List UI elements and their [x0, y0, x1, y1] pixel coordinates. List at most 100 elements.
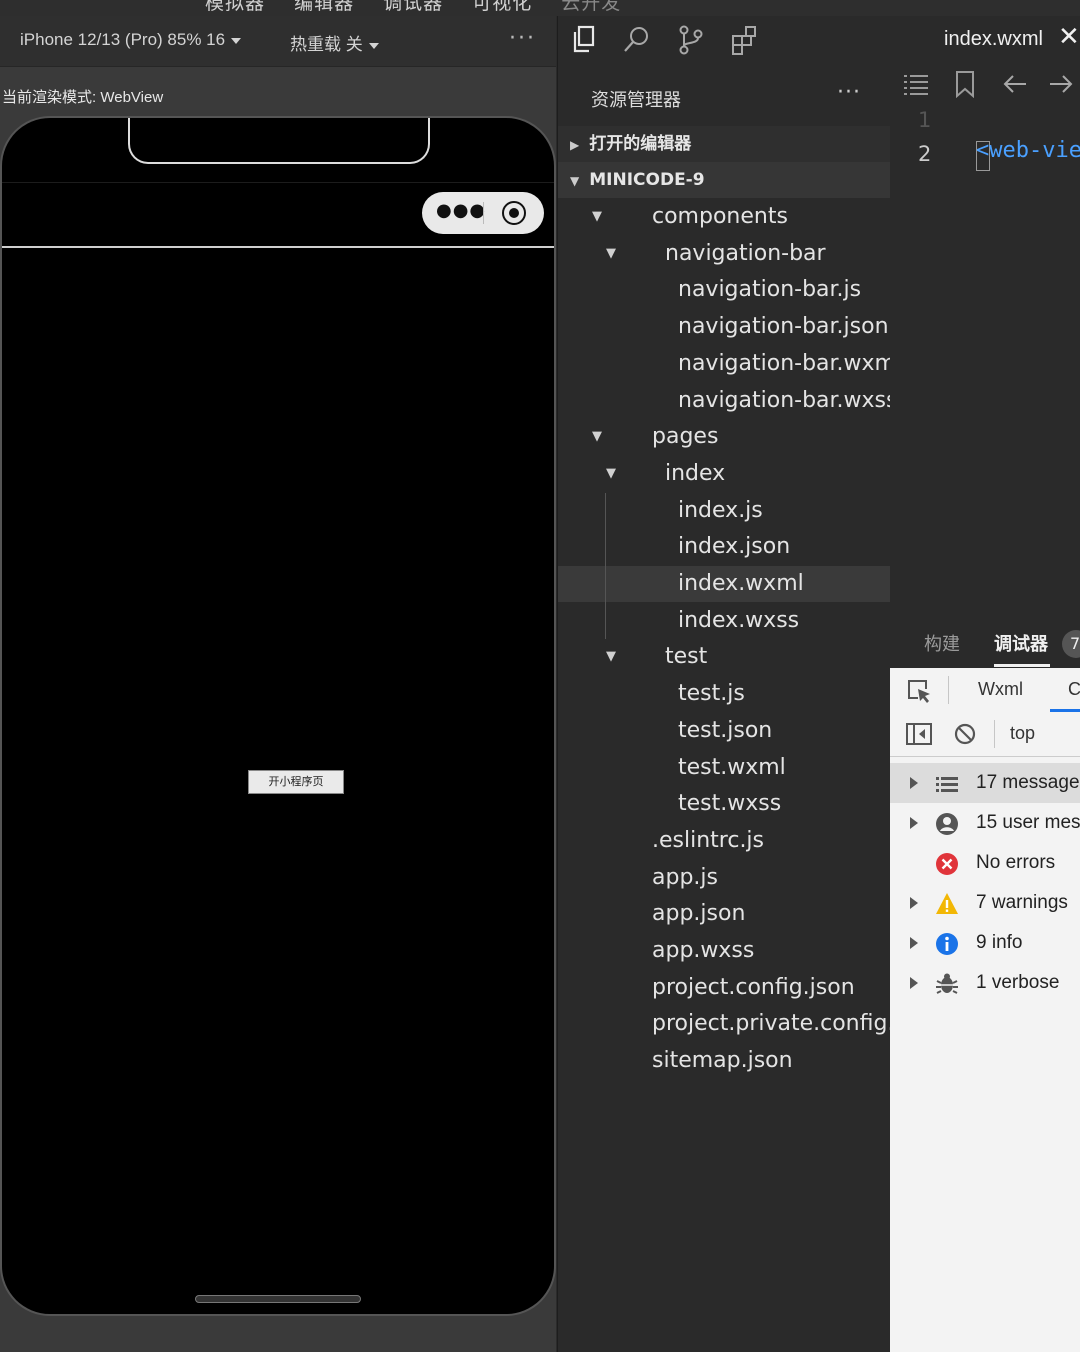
panel-tab-wxml[interactable]: Wxml	[978, 679, 1023, 700]
tree-item[interactable]: navigation-bar.wxss	[558, 383, 897, 419]
close-icon[interactable]: ✕	[1058, 22, 1080, 52]
tree-item[interactable]: test.js	[558, 676, 891, 712]
tab-debugger[interactable]: 调试器	[994, 630, 1048, 656]
phone-screen: ●●● 开小程序页	[2, 118, 554, 1314]
tree-item-label: test.wxml	[678, 754, 786, 780]
more-dots-icon[interactable]: ●●●	[436, 200, 486, 221]
clear-console-icon[interactable]	[954, 723, 976, 745]
tree-item[interactable]: index.json	[558, 529, 891, 565]
tree-item-label: index.js	[678, 497, 763, 523]
console-filter-row[interactable]: 1 verbose	[890, 963, 1080, 1003]
tree-item-label: index.json	[678, 534, 791, 560]
code-line[interactable]: <web-vie	[976, 138, 1080, 163]
bookmark-icon[interactable]	[954, 70, 976, 98]
tree-item[interactable]: app.json	[558, 896, 891, 932]
simulator-toolbar: iPhone 12/13 (Pro) 85% 16 热重载 关 ···	[0, 16, 556, 67]
device-select[interactable]: iPhone 12/13 (Pro) 85% 16	[20, 30, 242, 50]
expand-arrow-icon[interactable]	[910, 897, 918, 909]
context-selector[interactable]: top	[1010, 723, 1035, 744]
tree-item[interactable]: navigation-bar.wxml	[558, 346, 902, 382]
search-icon[interactable]	[622, 24, 652, 56]
warning-icon	[936, 893, 958, 914]
tree-item[interactable]: sitemap.json	[558, 1043, 891, 1079]
editor-panel: index.wxml ✕ 1 2 <web-vie	[890, 16, 1080, 616]
forward-arrow-icon[interactable]	[1048, 72, 1074, 96]
console-filter-row[interactable]: 15 user mes	[890, 803, 1080, 843]
open-editors-label: 打开的编辑器	[589, 134, 692, 154]
activity-bar	[558, 16, 891, 66]
tab-simulator[interactable]: 模拟器	[205, 0, 265, 14]
console-filter-row[interactable]: 17 message	[890, 763, 1080, 803]
tree-item[interactable]: project.config.json	[558, 970, 891, 1006]
chevron-down-icon[interactable]: ▼	[606, 639, 616, 675]
tree-item[interactable]: .eslintrc.js	[558, 823, 891, 859]
extensions-icon[interactable]	[730, 24, 760, 56]
explorer-more-button[interactable]: ···	[837, 80, 861, 105]
tree-item-label: components	[652, 204, 788, 229]
tab-editor[interactable]: 编辑器	[294, 0, 354, 14]
console-filter-label: 7 warnings	[976, 892, 1068, 913]
outline-icon[interactable]	[902, 72, 930, 98]
tree-item[interactable]: ▼ navigation-bar	[558, 236, 891, 272]
tree-item[interactable]: ▼ pages	[558, 419, 891, 455]
tree-item[interactable]: index.wxml	[558, 566, 891, 602]
open-miniprogram-button[interactable]: 开小程序页	[248, 770, 344, 794]
chevron-down-icon[interactable]: ▼	[592, 419, 602, 455]
tree-item[interactable]: test.json	[558, 713, 891, 749]
console-filter-row[interactable]: No errors	[890, 843, 1080, 883]
panel-tab-console[interactable]: C	[1068, 679, 1080, 700]
chevron-down-icon[interactable]: ▼	[606, 236, 616, 272]
expand-arrow-icon[interactable]	[910, 937, 918, 949]
tree-item[interactable]: project.private.config...	[558, 1006, 908, 1042]
tab-visual[interactable]: 可视化	[472, 0, 532, 14]
tree-item-label: index.wxml	[678, 571, 804, 596]
expand-arrow-icon[interactable]	[910, 817, 918, 829]
tree-item-label: pages	[652, 424, 719, 450]
tree-item[interactable]: ▼ test	[558, 639, 891, 675]
tab-build[interactable]: 构建	[924, 630, 960, 656]
tree-item[interactable]: index.wxss	[558, 603, 891, 639]
expand-arrow-icon[interactable]	[910, 977, 918, 989]
tree-item-label: test.js	[678, 681, 745, 707]
render-mode-label: 当前渲染模式: WebView	[2, 89, 164, 106]
expand-arrow-icon[interactable]	[910, 777, 918, 789]
tree-item-label: app.wxss	[652, 938, 755, 963]
tree-item-label: project.config.json	[652, 974, 855, 1000]
chevron-down-icon[interactable]: ▼	[606, 456, 616, 492]
tree-item[interactable]: ▼ index	[558, 456, 891, 492]
tree-item-label: test.wxss	[678, 791, 782, 817]
chevron-down-icon[interactable]: ▼	[592, 199, 602, 235]
tree-item[interactable]: index.js	[558, 493, 891, 529]
simulator-more-button[interactable]: ···	[509, 26, 536, 51]
indent-guide	[605, 492, 606, 640]
project-section[interactable]: ▼ MINICODE-9	[558, 162, 891, 198]
hot-reload-select[interactable]: 热重载 关	[290, 30, 379, 55]
tree-item[interactable]: navigation-bar.js	[558, 272, 891, 308]
back-arrow-icon[interactable]	[1002, 72, 1028, 96]
open-editors-section[interactable]: ▶ 打开的编辑器	[558, 126, 891, 162]
tab-debugger[interactable]: 调试器	[383, 0, 443, 14]
status-bar-divider	[2, 182, 554, 183]
console-filter-row[interactable]: 7 warnings	[890, 883, 1080, 923]
sidebar-toggle-icon[interactable]	[906, 723, 932, 745]
tree-item[interactable]: navigation-bar.json	[558, 309, 891, 345]
line-number: 2	[918, 142, 932, 166]
chevron-down-icon	[231, 37, 242, 44]
tree-item-label: navigation-bar.json	[678, 314, 889, 340]
files-icon[interactable]	[570, 24, 600, 56]
tree-item[interactable]: ▼ components	[558, 199, 891, 235]
capsule-divider	[483, 202, 484, 224]
device-select-label: iPhone 12/13 (Pro) 85% 16	[20, 30, 226, 49]
tree-item[interactable]: app.js	[558, 860, 891, 896]
tab-cloud[interactable]: 云开发	[561, 0, 621, 14]
tree-item[interactable]: test.wxss	[558, 786, 891, 822]
info-icon	[936, 933, 958, 955]
editor-tab[interactable]: index.wxml ✕	[890, 16, 1080, 68]
console-filter-label: 1 verbose	[976, 972, 1060, 993]
source-control-icon[interactable]	[676, 24, 706, 56]
tree-item[interactable]: test.wxml	[558, 750, 891, 786]
tree-item[interactable]: app.wxss	[558, 933, 891, 969]
close-target-icon[interactable]	[502, 201, 526, 225]
console-filter-row[interactable]: 9 info	[890, 923, 1080, 963]
inspect-element-icon[interactable]	[906, 678, 932, 704]
